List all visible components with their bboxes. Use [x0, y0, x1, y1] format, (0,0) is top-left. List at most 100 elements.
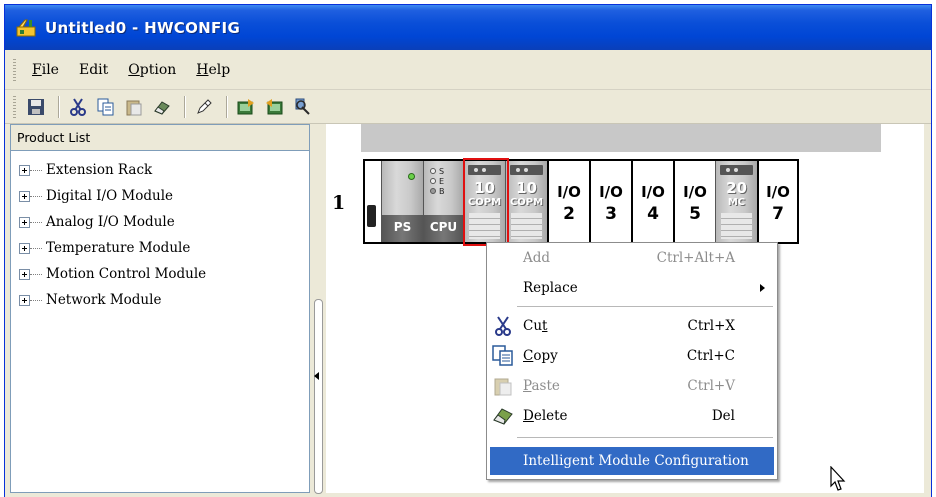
menu-item-label: Cut [523, 318, 548, 334]
menu-item-shortcut: Del [711, 408, 735, 424]
module-terminals [511, 213, 542, 239]
module-slot-1-copm[interactable]: 10 COPM [505, 161, 547, 242]
io-slot-number: 4 [647, 204, 659, 224]
tree-item-extension-rack[interactable]: Extension Rack [11, 157, 309, 183]
menu-item-replace[interactable]: Replace [487, 275, 777, 301]
tree-item-analog-io-module[interactable]: Analog I/O Module [11, 209, 309, 235]
download-icon[interactable] [262, 95, 286, 119]
io-slot-3[interactable]: I/O 3 [589, 161, 631, 242]
ps-label: PS [393, 220, 412, 234]
cpu-leds: S E B [430, 167, 445, 197]
menu-option[interactable]: Option [120, 58, 184, 82]
module-slot-6-mc[interactable]: 20 MC [715, 161, 757, 242]
menu-help[interactable]: Help [188, 58, 238, 82]
expand-icon[interactable] [19, 268, 30, 280]
menu-item-shortcut: Ctrl+C [686, 348, 735, 364]
cut-icon [491, 314, 515, 338]
tree-connector [30, 169, 42, 171]
eraser-icon[interactable] [150, 95, 174, 119]
scan-icon[interactable] [290, 95, 314, 119]
io-slot-number: 5 [689, 204, 701, 224]
module-code: 10 [516, 179, 537, 197]
io-slot-7[interactable]: I/O 7 [757, 161, 797, 242]
io-label: I/O [683, 183, 707, 201]
expand-icon[interactable] [19, 294, 30, 306]
toolbar-separator [184, 95, 186, 118]
tree-item-network-module[interactable]: Network Module [11, 287, 309, 313]
pen-icon[interactable] [192, 95, 216, 119]
io-slot-5[interactable]: I/O 5 [673, 161, 715, 242]
expand-icon[interactable] [19, 190, 30, 202]
toolbar-grip[interactable] [13, 95, 16, 118]
menu-item-label: Paste [523, 378, 560, 394]
tree-item-label: Temperature Module [46, 240, 191, 256]
io-slot-number: 3 [605, 204, 617, 224]
window-title: Untitled0 - HWCONFIG [45, 18, 241, 37]
copy-icon[interactable] [94, 95, 118, 119]
tree-item-motion-control-module[interactable]: Motion Control Module [11, 261, 309, 287]
menu-file[interactable]: File [24, 58, 67, 82]
tree-connector [30, 273, 42, 275]
rack-connector [367, 205, 376, 227]
module-type: MC [727, 197, 746, 208]
cpu-label: CPU [429, 220, 458, 234]
eraser-icon [491, 404, 515, 428]
rack-header-bar [361, 124, 881, 152]
splitter-handle[interactable] [314, 299, 323, 494]
ps-led [408, 173, 415, 180]
menu-item-label: Intelligent Module Configuration [523, 453, 749, 469]
menu-item-label: Copy [523, 348, 558, 364]
toolbar-separator [226, 95, 228, 118]
upload-icon[interactable] [234, 95, 258, 119]
menu-item-shortcut: Ctrl+Alt+A [656, 250, 735, 266]
tree-item-label: Motion Control Module [46, 266, 207, 282]
io-label: I/O [641, 183, 665, 201]
module-top [720, 165, 753, 175]
panel-splitter[interactable] [311, 124, 325, 494]
paste-icon[interactable] [122, 95, 146, 119]
menu-item-delete[interactable]: Delete Del [487, 403, 777, 429]
copy-icon [491, 344, 515, 368]
product-tree: Extension Rack Digital I/O Module Analog… [11, 151, 309, 313]
menu-item-paste[interactable]: Paste Ctrl+V [487, 373, 777, 399]
rack-1: PS S E B CPU 10 COPM 10 COPM I/O 2 I/O 3… [363, 159, 799, 244]
module-ps[interactable]: PS [381, 161, 423, 242]
menu-separator [517, 437, 773, 438]
tree-item-label: Extension Rack [46, 162, 153, 178]
menubar-grip[interactable] [13, 58, 16, 81]
selected-module-highlight [463, 158, 509, 246]
product-list-header: Product List [11, 125, 309, 151]
context-menu: Add Ctrl+Alt+A Replace Cut Ctrl+X Copy C… [486, 242, 778, 480]
tree-item-label: Analog I/O Module [46, 214, 175, 230]
module-top [510, 165, 543, 175]
tree-item-temperature-module[interactable]: Temperature Module [11, 235, 309, 261]
module-type: COPM [509, 197, 544, 208]
save-icon[interactable] [24, 95, 48, 119]
menu-edit[interactable]: Edit [71, 58, 116, 82]
io-label: I/O [766, 183, 790, 201]
tree-connector [30, 195, 42, 197]
tree-connector [30, 299, 42, 301]
paste-icon [491, 374, 515, 398]
hwconfig-app-icon [15, 17, 37, 39]
collapse-left-arrow-icon[interactable] [314, 372, 319, 380]
expand-icon[interactable] [19, 242, 30, 254]
tree-item-digital-io-module[interactable]: Digital I/O Module [11, 183, 309, 209]
menu-item-add[interactable]: Add Ctrl+Alt+A [487, 245, 777, 271]
expand-icon[interactable] [19, 164, 30, 176]
tree-connector [30, 221, 42, 223]
io-slot-4[interactable]: I/O 4 [631, 161, 673, 242]
menu-item-intelligent-module-configuration[interactable]: Intelligent Module Configuration [490, 447, 774, 475]
cut-icon[interactable] [66, 95, 90, 119]
menu-item-cut[interactable]: Cut Ctrl+X [487, 313, 777, 339]
menu-item-copy[interactable]: Copy Ctrl+C [487, 343, 777, 369]
mouse-cursor-icon [830, 465, 846, 496]
title-bar[interactable]: Untitled0 - HWCONFIG [5, 5, 931, 50]
io-slot-2[interactable]: I/O 2 [547, 161, 589, 242]
expand-icon[interactable] [19, 216, 30, 228]
toolbar [5, 90, 931, 124]
io-label: I/O [599, 183, 623, 201]
rack-number: 1 [332, 192, 346, 214]
menu-bar: File Edit Option Help [5, 50, 931, 90]
module-cpu[interactable]: S E B CPU [423, 161, 463, 242]
